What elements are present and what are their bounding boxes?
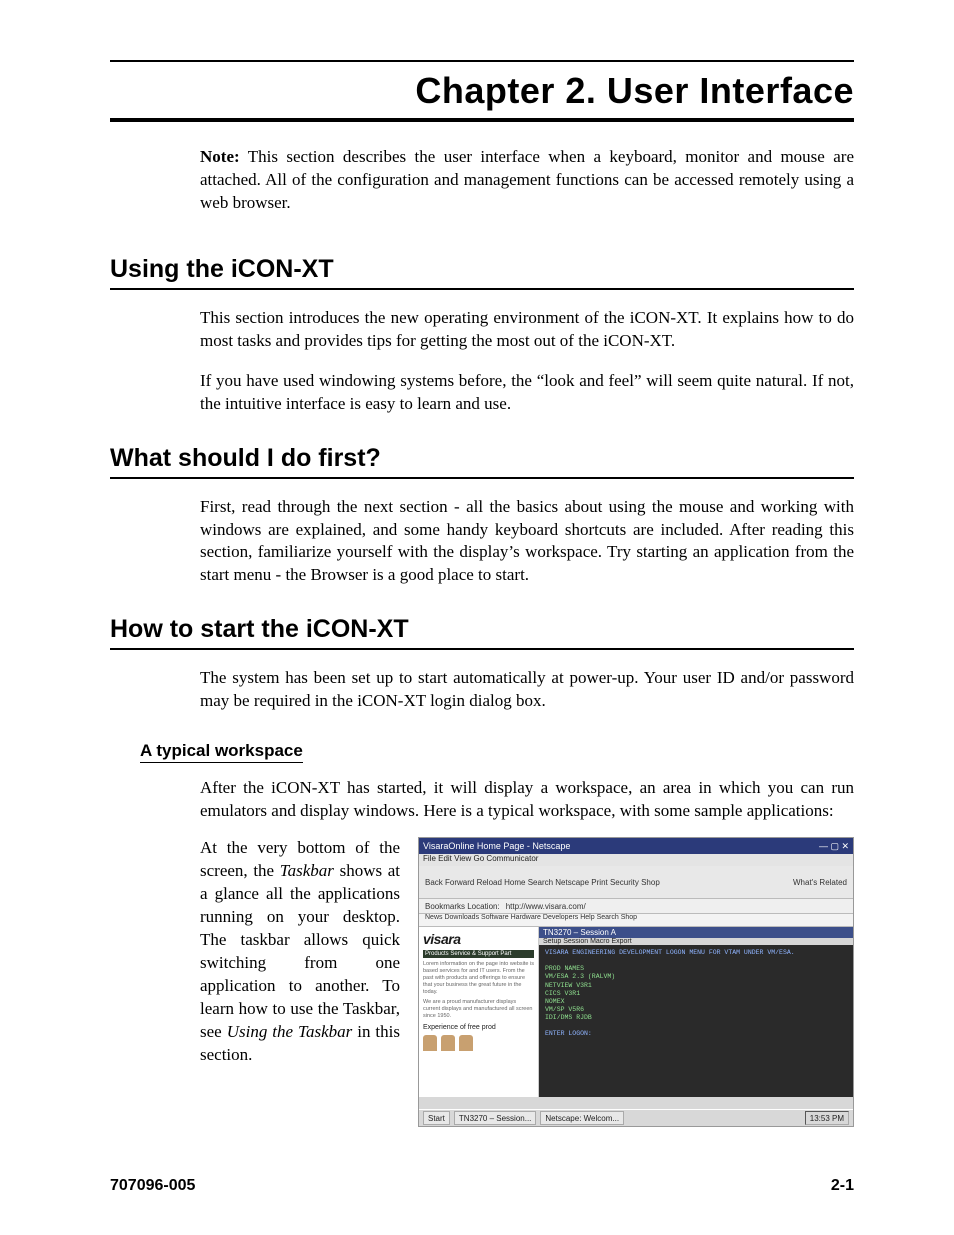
section-heading-howstart: How to start the iCON-XT [110,615,854,644]
experience-line: Experience of free prod [423,1024,534,1031]
body-text: The system has been set up to start auto… [200,667,854,713]
section-rule [110,648,854,650]
workspace-screenshot: VisaraOnline Home Page - Netscape — ▢ ✕ … [418,837,854,1127]
browser-content-left: visara Products Service & Support Part L… [419,927,539,1097]
toolbar-items: Back Forward Reload Home Search Netscape… [425,878,660,887]
section-heading-whatfirst: What should I do first? [110,444,854,473]
terminal-body: VISARA ENGINEERING DEVELOPMENT LOGON MEN… [539,945,853,1042]
site-navbar: Products Service & Support Part [423,950,534,958]
terminal-prompt: ENTER LOGON: [545,1030,592,1037]
two-column-layout: At the very bottom of the screen, the Ta… [200,837,854,1127]
top-rule [110,60,854,62]
body-text: First, read through the next section - a… [200,496,854,588]
note-block: Note: This section describes the user in… [200,146,854,215]
note-text: This section describes the user interfac… [200,147,854,212]
subsection-heading-typical: A typical workspace [140,741,303,763]
terminal-titlebar: TN3270 – Session A [539,927,853,938]
thick-rule [110,118,854,122]
toolbar-right: What's Related [793,878,847,887]
italic-term: Taskbar [280,861,334,880]
text-fragment: shows at a glance all the applications r… [200,861,400,1041]
terminal-menubar: Setup Session Macro Export [539,938,853,945]
terminal-window: TN3270 – Session A Setup Session Macro E… [539,927,853,1097]
window-controls-icon: — ▢ ✕ [819,841,849,852]
page: Chapter 2. User Interface Note: This sec… [0,0,954,1235]
terminal-header-line: VISARA ENGINEERING DEVELOPMENT LOGON MEN… [545,949,795,956]
body-text: At the very bottom of the screen, the Ta… [200,837,400,1066]
visara-logo: visara [423,931,534,947]
location-label: Bookmarks Location: [425,902,500,911]
browser-body: visara Products Service & Support Part L… [419,927,853,1097]
browser-location-bar: Bookmarks Location: http://www.visara.co… [419,899,853,914]
section-heading-using: Using the iCON-XT [110,255,854,284]
note-label: Note: [200,147,240,166]
footer-left: 707096-005 [110,1177,195,1195]
section-rule [110,477,854,479]
body-text: After the iCON-XT has started, it will d… [200,777,854,823]
person-icon [459,1035,473,1051]
browser-toolbar: Back Forward Reload Home Search Netscape… [419,866,853,899]
body-text: If you have used windowing systems befor… [200,370,854,416]
terminal-left-col: PROD NAMES VM/ESA 2.3 (RALVM) NETVIEW V3… [545,965,615,1021]
italic-term: Using the Taskbar [227,1022,353,1041]
taskbar-item[interactable]: Netscape: Welcom... [540,1111,624,1125]
body-text: This section introduces the new operatin… [200,307,854,353]
person-icon [423,1035,437,1051]
section-rule [110,288,854,290]
taskbar-item[interactable]: TN3270 – Session... [454,1111,536,1125]
placeholder-text: Lorem information on the page into websi… [423,961,534,995]
taskbar: Start TN3270 – Session... Netscape: Welc… [419,1109,853,1126]
chapter-title: Chapter 2. User Interface [110,70,854,112]
placeholder-text: We are a proud manufacturer displays cur… [423,999,534,1020]
figure-row [423,1035,534,1051]
page-footer: 707096-005 2-1 [110,1177,854,1195]
person-icon [441,1035,455,1051]
browser-title: VisaraOnline Home Page - Netscape [423,841,570,851]
start-button[interactable]: Start [423,1111,450,1125]
browser-menubar: File Edit View Go Communicator [419,854,853,866]
browser-titlebar: VisaraOnline Home Page - Netscape — ▢ ✕ [419,838,853,854]
subsection-wrap: A typical workspace [140,733,854,765]
taskbar-clock: 13:53 PM [805,1111,849,1125]
location-value: http://www.visara.com/ [506,902,586,911]
browser-linkbar: News Downloads Software Hardware Develop… [419,914,853,927]
footer-right: 2-1 [831,1177,854,1195]
